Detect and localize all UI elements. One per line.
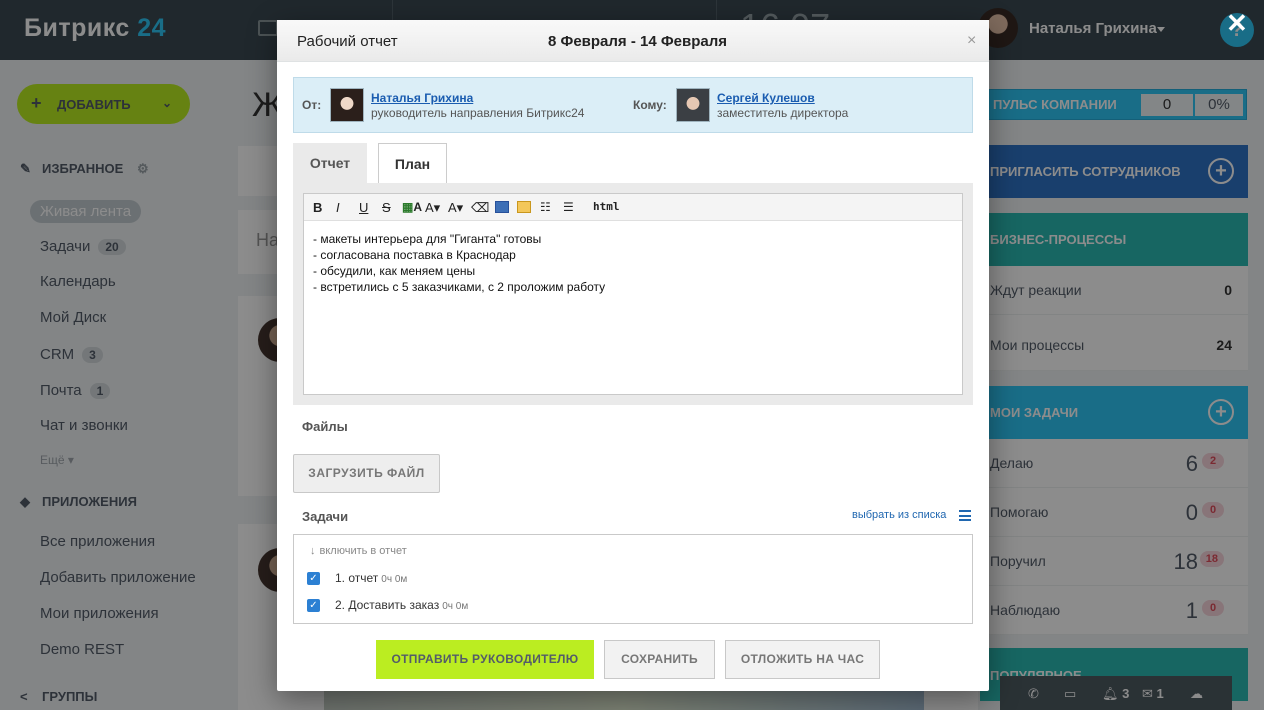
upload-file-button[interactable]: ЗАГРУЗИТЬ ФАЙЛ <box>293 454 440 493</box>
tab-plan[interactable]: План <box>378 143 447 183</box>
eraser-icon[interactable]: ⌫ <box>471 200 489 216</box>
from-position: руководитель направления Битрикс24 <box>371 106 585 120</box>
text-color-icon[interactable]: ▦A <box>402 200 422 214</box>
bullet-list-icon[interactable]: ☰ <box>563 200 574 214</box>
task-checkbox[interactable]: ✓ <box>307 572 320 586</box>
defer-hour-button[interactable]: ОТЛОЖИТЬ НА ЧАС <box>725 640 880 679</box>
strikethrough-icon[interactable]: S <box>382 200 391 215</box>
work-report-dialog: Рабочий отчет 8 Февраля - 14 Февраля × О… <box>277 20 989 691</box>
editor-panel: B I U S ▦A A▾ A▾ ⌫ ☷ ☰ html - макеты инт… <box>293 183 973 405</box>
report-period: 8 Февраля - 14 Февраля <box>548 33 727 50</box>
avatar[interactable] <box>676 88 710 122</box>
dialog-header[interactable]: Рабочий отчет 8 Февраля - 14 Февраля × <box>277 20 989 62</box>
numbered-list-icon[interactable]: ☷ <box>540 200 551 214</box>
html-mode-button[interactable]: html <box>593 200 620 213</box>
from-label: От: <box>302 98 322 112</box>
tab-report[interactable]: Отчет <box>293 143 367 183</box>
include-in-report-hint: ↓ включить в отчет <box>310 545 407 557</box>
dialog-title: Рабочий отчет <box>297 33 398 50</box>
to-label: Кому: <box>633 98 667 112</box>
files-label: Файлы <box>302 419 348 434</box>
bold-icon[interactable]: B <box>313 200 322 215</box>
italic-icon[interactable]: I <box>336 200 340 215</box>
to-name-link[interactable]: Сергей Кулешов <box>717 91 815 105</box>
from-name-link[interactable]: Наталья Грихина <box>371 91 473 105</box>
editor-toolbar: B I U S ▦A A▾ A▾ ⌫ ☷ ☰ html <box>304 194 962 221</box>
image-icon[interactable] <box>495 201 509 213</box>
editor-content[interactable]: - макеты интерьера для "Гиганта" готовы … <box>313 231 605 295</box>
task-checkbox[interactable]: ✓ <box>307 599 320 613</box>
pick-from-list-link[interactable]: выбрать из списка <box>852 509 946 521</box>
report-editor[interactable]: B I U S ▦A A▾ A▾ ⌫ ☷ ☰ html - макеты инт… <box>303 193 963 395</box>
send-to-manager-button[interactable]: ОТПРАВИТЬ РУКОВОДИТЕЛЮ <box>376 640 594 679</box>
tasks-label: Задачи <box>302 509 349 524</box>
font-family-icon[interactable]: A▾ <box>448 200 463 216</box>
tasks-list: ↓ включить в отчет ✓ 1. отчет 0ч 0м ✓ 2. Дос… <box>293 534 973 624</box>
avatar[interactable] <box>330 88 364 122</box>
table-icon[interactable] <box>517 201 531 213</box>
font-size-icon[interactable]: A▾ <box>425 200 440 216</box>
save-button[interactable]: СОХРАНИТЬ <box>604 640 715 679</box>
underline-icon[interactable]: U <box>359 200 368 215</box>
to-position: заместитель директора <box>717 106 849 120</box>
close-icon[interactable]: × <box>967 32 976 50</box>
report-people: От: Наталья Грихина руководитель направл… <box>293 77 973 133</box>
list-icon[interactable] <box>959 510 971 521</box>
task-item: ✓ 2. Доставить заказ 0ч 0м <box>307 598 468 613</box>
task-item: ✓ 1. отчет 0ч 0м <box>307 571 407 586</box>
close-icon[interactable]: ✕ <box>1226 8 1248 39</box>
